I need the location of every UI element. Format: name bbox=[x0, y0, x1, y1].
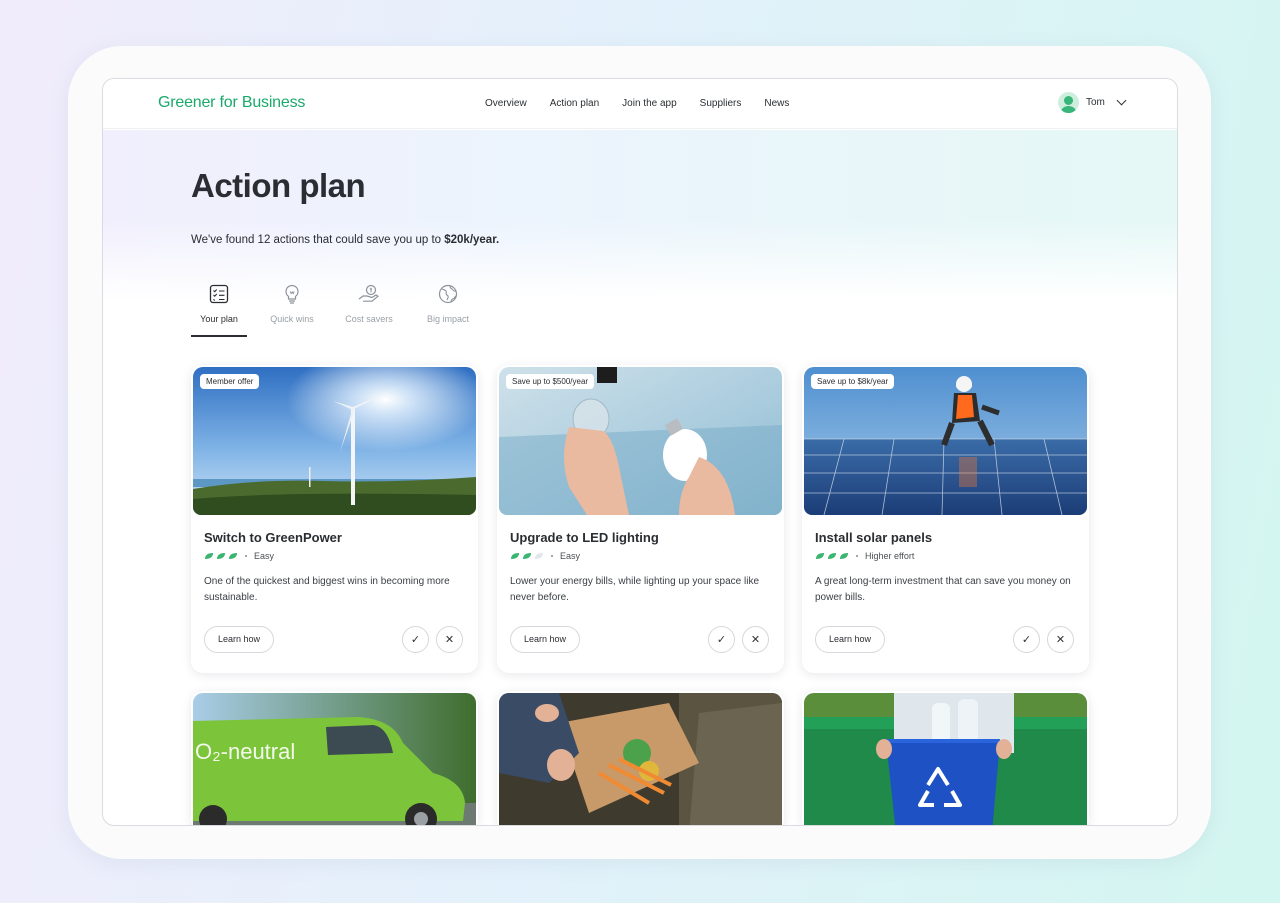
chevron-down-icon bbox=[1116, 95, 1127, 106]
nav-news[interactable]: News bbox=[764, 98, 789, 109]
dismiss-button[interactable]: ✕ bbox=[436, 626, 463, 653]
savings-amount: $20k/year. bbox=[444, 234, 500, 246]
close-icon: ✕ bbox=[750, 634, 761, 646]
green-van-image: O₂-neutral bbox=[193, 693, 476, 825]
globe-icon bbox=[438, 284, 458, 304]
leaf-icon bbox=[816, 553, 824, 559]
action-card-green-van[interactable]: O₂-neutral bbox=[191, 691, 478, 825]
card-title: Install solar panels bbox=[815, 530, 933, 545]
action-card-food-compost[interactable] bbox=[497, 691, 784, 825]
action-card-led-lighting[interactable]: Save up to $500/year Upgrade to LED ligh… bbox=[497, 365, 784, 673]
recycling-bin-image bbox=[804, 693, 1087, 825]
tab-label: Cost savers bbox=[345, 314, 393, 324]
effort-label: Easy bbox=[560, 551, 581, 561]
tab-cost-savers[interactable]: Cost savers bbox=[327, 281, 411, 337]
tab-label: Big impact bbox=[426, 314, 470, 324]
tab-label: Your plan bbox=[200, 314, 238, 324]
check-icon: ✓ bbox=[716, 634, 727, 646]
wind-turbine-image bbox=[193, 367, 476, 515]
hand-coin-icon bbox=[358, 284, 380, 302]
tab-quick-wins[interactable]: Quick wins bbox=[257, 281, 327, 337]
solar-panels-image bbox=[804, 367, 1087, 515]
user-menu[interactable]: Tom bbox=[1058, 92, 1127, 113]
action-card-recycling[interactable] bbox=[802, 691, 1089, 825]
leaf-icon bbox=[523, 553, 531, 559]
nav-suppliers[interactable]: Suppliers bbox=[700, 98, 742, 109]
tablet-frame: Greener for Business Overview Action pla… bbox=[68, 46, 1211, 859]
effort-rating: Easy bbox=[204, 551, 274, 561]
leaf-icon bbox=[217, 553, 225, 559]
avatar bbox=[1058, 92, 1079, 113]
learn-how-button[interactable]: Learn how bbox=[204, 626, 275, 653]
nav-action-plan[interactable]: Action plan bbox=[550, 98, 599, 109]
hero-background bbox=[103, 130, 1177, 300]
member-offer-badge: Member offer bbox=[200, 374, 260, 389]
tab-big-impact[interactable]: Big impact bbox=[411, 281, 485, 337]
page-title: Action plan bbox=[191, 167, 366, 204]
leaf-icon bbox=[840, 553, 848, 559]
card-title: Switch to GreenPower bbox=[204, 530, 342, 545]
nav-join-the-app[interactable]: Join the app bbox=[622, 98, 677, 109]
effort-rating: Higher effort bbox=[815, 551, 914, 561]
leaf-icon bbox=[828, 553, 836, 559]
close-icon: ✕ bbox=[444, 634, 455, 646]
learn-how-button[interactable]: Learn how bbox=[510, 626, 581, 653]
leaf-icon bbox=[229, 553, 237, 559]
page-subtitle: We've found 12 actions that could save y… bbox=[191, 234, 499, 246]
nav-overview[interactable]: Overview bbox=[485, 98, 527, 109]
separator-dot bbox=[551, 555, 553, 557]
card-description: Lower your energy bills, while lighting … bbox=[510, 576, 760, 603]
tab-your-plan[interactable]: Your plan bbox=[191, 281, 247, 337]
dismiss-button[interactable]: ✕ bbox=[742, 626, 769, 653]
accept-button[interactable]: ✓ bbox=[708, 626, 735, 653]
filter-tabs: Your plan Quick wins Cost savers Big imp… bbox=[191, 281, 485, 337]
learn-how-button[interactable]: Learn how bbox=[815, 626, 886, 653]
food-compost-image bbox=[499, 693, 782, 825]
van-label: O₂-neutral bbox=[195, 739, 295, 764]
check-icon: ✓ bbox=[1021, 634, 1032, 646]
main-nav: Overview Action plan Join the app Suppli… bbox=[485, 98, 789, 109]
action-card-solar-panels[interactable]: Save up to $8k/year Install solar panels… bbox=[802, 365, 1089, 673]
savings-badge: Save up to $8k/year bbox=[811, 374, 895, 389]
card-title: Upgrade to LED lighting bbox=[510, 530, 659, 545]
user-name: Tom bbox=[1086, 97, 1105, 108]
card-description: A great long-term investment that can sa… bbox=[815, 576, 1071, 603]
brand-logo[interactable]: Greener for Business bbox=[158, 94, 305, 112]
effort-rating: Easy bbox=[510, 551, 580, 561]
top-nav-bar: Greener for Business Overview Action pla… bbox=[103, 79, 1177, 129]
tab-label: Quick wins bbox=[270, 314, 314, 324]
dismiss-button[interactable]: ✕ bbox=[1047, 626, 1074, 653]
check-icon: ✓ bbox=[410, 634, 421, 646]
led-bulbs-image bbox=[499, 367, 782, 515]
accept-button[interactable]: ✓ bbox=[402, 626, 429, 653]
app-screen: Greener for Business Overview Action pla… bbox=[102, 78, 1178, 826]
accept-button[interactable]: ✓ bbox=[1013, 626, 1040, 653]
effort-label: Higher effort bbox=[865, 551, 915, 561]
savings-badge: Save up to $500/year bbox=[506, 374, 595, 389]
checklist-icon bbox=[209, 284, 229, 304]
close-icon: ✕ bbox=[1055, 634, 1066, 646]
leaf-icon bbox=[205, 553, 213, 559]
leaf-icon bbox=[511, 553, 519, 559]
separator-dot bbox=[245, 555, 247, 557]
card-description: One of the quickest and biggest wins in … bbox=[204, 576, 450, 603]
separator-dot bbox=[856, 555, 858, 557]
subtitle-text: We've found 12 actions that could save y… bbox=[191, 234, 445, 246]
effort-label: Easy bbox=[254, 551, 275, 561]
action-card-greenpower[interactable]: Member offer Switch to GreenPower Easy O… bbox=[191, 365, 478, 673]
lightbulb-icon bbox=[285, 284, 299, 304]
leaf-icon-empty bbox=[535, 553, 543, 559]
